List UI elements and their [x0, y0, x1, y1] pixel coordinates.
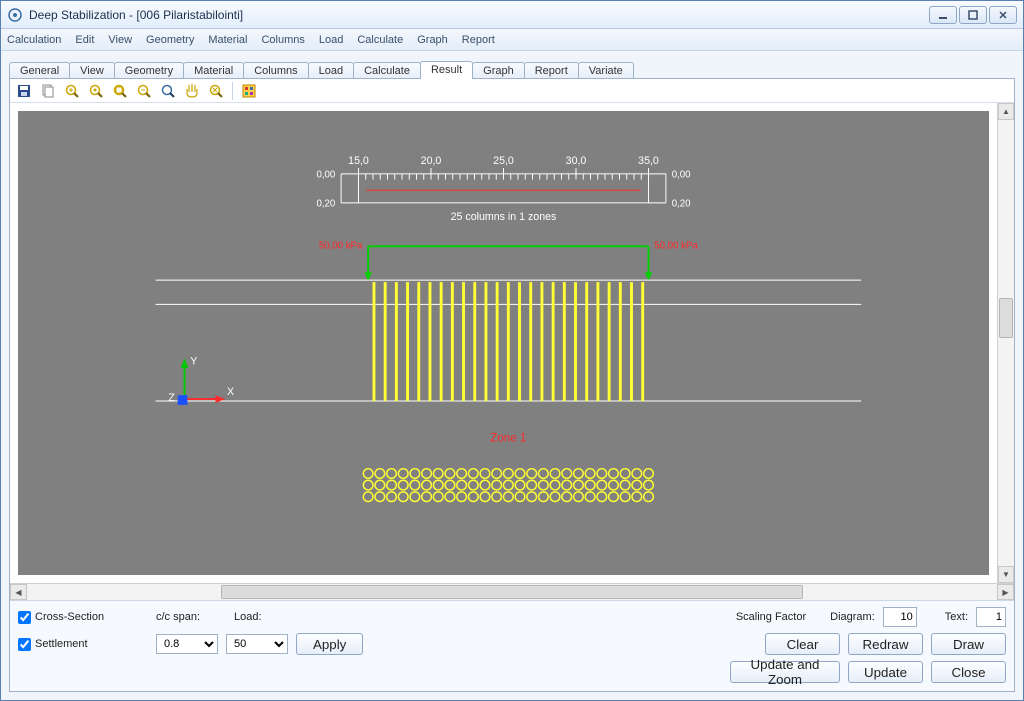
settlement-label: Settlement: [35, 638, 88, 650]
bottom-panel: Cross-Section c/c span: Load: Scaling Fa…: [10, 600, 1014, 691]
svg-text:30,0: 30,0: [566, 155, 587, 167]
settings-icon[interactable]: [239, 81, 259, 101]
horizontal-scrollbar[interactable]: ◀ ▶: [10, 583, 1014, 600]
svg-text:X: X: [227, 386, 234, 398]
menu-edit[interactable]: Edit: [75, 34, 94, 46]
svg-text:Y: Y: [190, 355, 197, 367]
toolbar: [10, 79, 1014, 103]
svg-text:35,0: 35,0: [638, 155, 659, 167]
zoom-reset-icon[interactable]: [206, 81, 226, 101]
cc-span-select[interactable]: 0.8: [156, 634, 218, 654]
menu-graph[interactable]: Graph: [417, 34, 448, 46]
svg-text:0,20: 0,20: [317, 199, 336, 210]
save-icon[interactable]: [14, 81, 34, 101]
result-canvas[interactable]: 15,0 20,0 25,0 30,0 35,0 0,00 0,20 0,00 0,20 25 c…: [18, 111, 989, 575]
svg-text:Z: Z: [168, 392, 175, 404]
update-button[interactable]: Update: [848, 661, 923, 683]
canvas-scroll: 15,0 20,0 25,0 30,0 35,0 0,00 0,20 0,00 0,20 25 c…: [10, 103, 997, 583]
menu-columns[interactable]: Columns: [261, 34, 304, 46]
tab-geometry[interactable]: Geometry: [114, 62, 184, 79]
svg-text:0,00: 0,00: [672, 170, 691, 181]
draw-button[interactable]: Draw: [931, 633, 1006, 655]
window-controls: [929, 6, 1017, 24]
window-title: Deep Stabilization - [006 Pilaristabiloi…: [29, 8, 243, 22]
svg-text:25 columns in 1 zones: 25 columns in 1 zones: [451, 211, 557, 223]
maximize-button[interactable]: [959, 6, 987, 24]
scaling-factor-label: Scaling Factor: [736, 611, 806, 623]
settlement-checkbox[interactable]: [18, 638, 31, 651]
tab-strip: General View Geometry Material Columns L…: [9, 57, 1015, 79]
diagram-label: Diagram:: [830, 611, 875, 623]
svg-text:25,0: 25,0: [493, 155, 514, 167]
content-area: General View Geometry Material Columns L…: [1, 51, 1023, 700]
menu-material[interactable]: Material: [208, 34, 247, 46]
menu-geometry[interactable]: Geometry: [146, 34, 194, 46]
tab-result[interactable]: Result: [420, 61, 473, 79]
tab-load[interactable]: Load: [308, 62, 354, 79]
svg-text:20,0: 20,0: [421, 155, 442, 167]
zoom-in-icon[interactable]: [62, 81, 82, 101]
canvas-area: 15,0 20,0 25,0 30,0 35,0 0,00 0,20 0,00 0,20 25 c…: [10, 103, 1014, 583]
menu-calculate[interactable]: Calculate: [357, 34, 403, 46]
tab-general[interactable]: General: [9, 62, 70, 79]
hscroll-thumb[interactable]: [221, 585, 803, 599]
load-select[interactable]: 50: [226, 634, 288, 654]
cross-section-checkbox[interactable]: [18, 611, 31, 624]
tab-columns[interactable]: Columns: [243, 62, 308, 79]
close-panel-button[interactable]: Close: [931, 661, 1006, 683]
cc-span-label: c/c span:: [156, 611, 200, 623]
cross-section-label: Cross-Section: [35, 611, 104, 623]
zoom-previous-icon[interactable]: [158, 81, 178, 101]
text-scale-label: Text:: [945, 611, 968, 623]
update-zoom-button[interactable]: Update and Zoom: [730, 661, 840, 683]
load-label: Load:: [234, 611, 262, 623]
zoom-out-icon[interactable]: [134, 81, 154, 101]
text-scale-input[interactable]: [976, 607, 1006, 627]
apply-button[interactable]: Apply: [296, 633, 363, 655]
scroll-right-icon[interactable]: ▶: [997, 584, 1014, 600]
tab-report[interactable]: Report: [524, 62, 579, 79]
svg-text:0,00: 0,00: [317, 170, 336, 181]
vscroll-thumb[interactable]: [999, 298, 1013, 338]
result-plot: 15,0 20,0 25,0 30,0 35,0 0,00 0,20 0,00 0,20 25 c…: [18, 111, 989, 575]
app-window: Deep Stabilization - [006 Pilaristabiloi…: [0, 0, 1024, 701]
titlebar: Deep Stabilization - [006 Pilaristabiloi…: [1, 1, 1023, 29]
zoom-window-icon[interactable]: [110, 81, 130, 101]
redraw-button[interactable]: Redraw: [848, 633, 923, 655]
svg-text:50,00 kPa: 50,00 kPa: [654, 240, 698, 251]
tab-view[interactable]: View: [69, 62, 115, 79]
svg-text:0,20: 0,20: [672, 199, 691, 210]
scroll-left-icon[interactable]: ◀: [10, 584, 27, 600]
minimize-button[interactable]: [929, 6, 957, 24]
app-icon: [7, 7, 23, 23]
menu-load[interactable]: Load: [319, 34, 343, 46]
tab-variate[interactable]: Variate: [578, 62, 634, 79]
tab-graph[interactable]: Graph: [472, 62, 525, 79]
clear-button[interactable]: Clear: [765, 633, 840, 655]
diagram-input[interactable]: [883, 607, 917, 627]
menu-report[interactable]: Report: [462, 34, 495, 46]
pan-icon[interactable]: [182, 81, 202, 101]
toolbar-divider: [232, 82, 233, 100]
menubar: Calculation Edit View Geometry Material …: [1, 29, 1023, 51]
svg-text:50,00 kPa: 50,00 kPa: [319, 240, 363, 251]
copy-icon[interactable]: [38, 81, 58, 101]
svg-text:15,0: 15,0: [348, 155, 369, 167]
tab-body: 15,0 20,0 25,0 30,0 35,0 0,00 0,20 0,00 0,20 25 c…: [9, 78, 1015, 692]
close-button[interactable]: [989, 6, 1017, 24]
tab-calculate[interactable]: Calculate: [353, 62, 421, 79]
vertical-scrollbar[interactable]: ▲ ▼: [997, 103, 1014, 583]
scroll-down-icon[interactable]: ▼: [998, 566, 1014, 583]
svg-text:Zone 1: Zone 1: [490, 432, 526, 445]
scroll-up-icon[interactable]: ▲: [998, 103, 1014, 120]
menu-calculation[interactable]: Calculation: [7, 34, 61, 46]
tab-material[interactable]: Material: [183, 62, 244, 79]
menu-view[interactable]: View: [108, 34, 132, 46]
zoom-extents-icon[interactable]: [86, 81, 106, 101]
